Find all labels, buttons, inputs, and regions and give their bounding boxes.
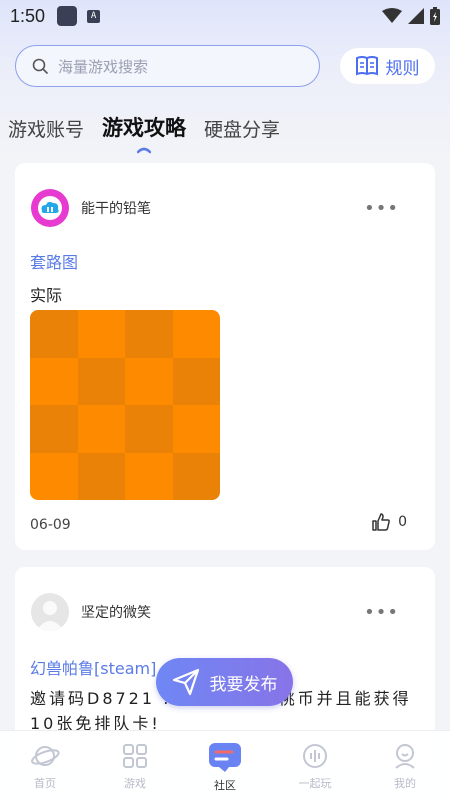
bottom-navigation: 首页 游戏 社区 一起玩 我的 bbox=[0, 730, 450, 800]
nav-games-label: 游戏 bbox=[124, 777, 146, 790]
nav-mine[interactable]: 我的 bbox=[360, 731, 450, 800]
search-row: 海量游戏搜索 规则 bbox=[15, 45, 435, 87]
search-placeholder: 海量游戏搜索 bbox=[58, 57, 149, 76]
publish-label: 我要发布 bbox=[209, 674, 278, 695]
avatar[interactable] bbox=[31, 189, 69, 227]
post-card[interactable]: 能干的铅笔 ••• 套路图 实际 06-09 0 bbox=[15, 163, 435, 550]
grid-icon bbox=[123, 744, 147, 768]
post-title[interactable]: 套路图 bbox=[30, 249, 78, 273]
publish-button[interactable]: 我要发布 bbox=[156, 658, 293, 706]
nav-mine-label: 我的 bbox=[394, 777, 416, 790]
chat-icon bbox=[209, 743, 241, 772]
more-options-icon[interactable]: ••• bbox=[364, 198, 399, 219]
nav-home-label: 首页 bbox=[34, 777, 56, 790]
wifi-icon bbox=[382, 8, 402, 23]
nav-play-together[interactable]: 一起玩 bbox=[270, 731, 360, 800]
keyboard-notification-icon: A bbox=[87, 9, 101, 23]
post-header: 能干的铅笔 ••• bbox=[31, 189, 419, 227]
rules-label: 规则 bbox=[385, 58, 420, 79]
status-time: 1:50 bbox=[10, 5, 46, 26]
search-icon bbox=[32, 58, 48, 74]
nav-community[interactable]: 社区 bbox=[180, 731, 270, 800]
nav-community-label: 社区 bbox=[214, 779, 236, 792]
tab-game-guides[interactable]: 游戏攻略 bbox=[102, 112, 187, 154]
username[interactable]: 能干的铅笔 bbox=[81, 198, 151, 218]
planet-icon bbox=[31, 746, 60, 766]
nav-home[interactable]: 首页 bbox=[0, 731, 90, 800]
search-input[interactable]: 海量游戏搜索 bbox=[15, 45, 320, 87]
app-notification-icon bbox=[57, 6, 78, 26]
username[interactable]: 坚定的微笑 bbox=[81, 602, 151, 622]
more-options-icon[interactable]: ••• bbox=[364, 602, 399, 623]
default-avatar-icon bbox=[36, 601, 64, 631]
post-header: 坚定的微笑 ••• bbox=[31, 593, 419, 631]
tab-disk-share[interactable]: 硬盘分享 bbox=[204, 115, 280, 142]
post-image[interactable] bbox=[30, 310, 220, 500]
tab-game-guides-label: 游戏攻略 bbox=[102, 116, 187, 140]
tab-active-indicator bbox=[137, 147, 152, 154]
tab-game-accounts[interactable]: 游戏账号 bbox=[8, 115, 84, 142]
thumbs-up-icon bbox=[372, 513, 390, 531]
post-body: 实际 bbox=[30, 286, 63, 305]
nav-play-together-label: 一起玩 bbox=[298, 777, 332, 790]
post-date: 06-09 bbox=[30, 517, 71, 533]
like-button[interactable]: 0 bbox=[372, 513, 407, 531]
post-title[interactable]: 幻兽帕鲁[steam] bbox=[30, 655, 156, 679]
send-icon bbox=[172, 668, 199, 696]
rules-button[interactable]: 规则 bbox=[340, 48, 435, 84]
signal-icon bbox=[408, 8, 424, 24]
nav-games[interactable]: 游戏 bbox=[90, 731, 180, 800]
book-icon bbox=[355, 56, 378, 76]
category-tabs: 游戏账号 游戏攻略 硬盘分享 bbox=[8, 112, 280, 154]
cloud-avatar-icon bbox=[38, 196, 62, 220]
voice-icon bbox=[303, 744, 327, 768]
like-count: 0 bbox=[398, 514, 407, 530]
status-bar: 1:50 A bbox=[0, 0, 450, 32]
battery-icon bbox=[430, 7, 440, 25]
profile-icon bbox=[395, 744, 415, 769]
avatar[interactable] bbox=[31, 593, 69, 631]
